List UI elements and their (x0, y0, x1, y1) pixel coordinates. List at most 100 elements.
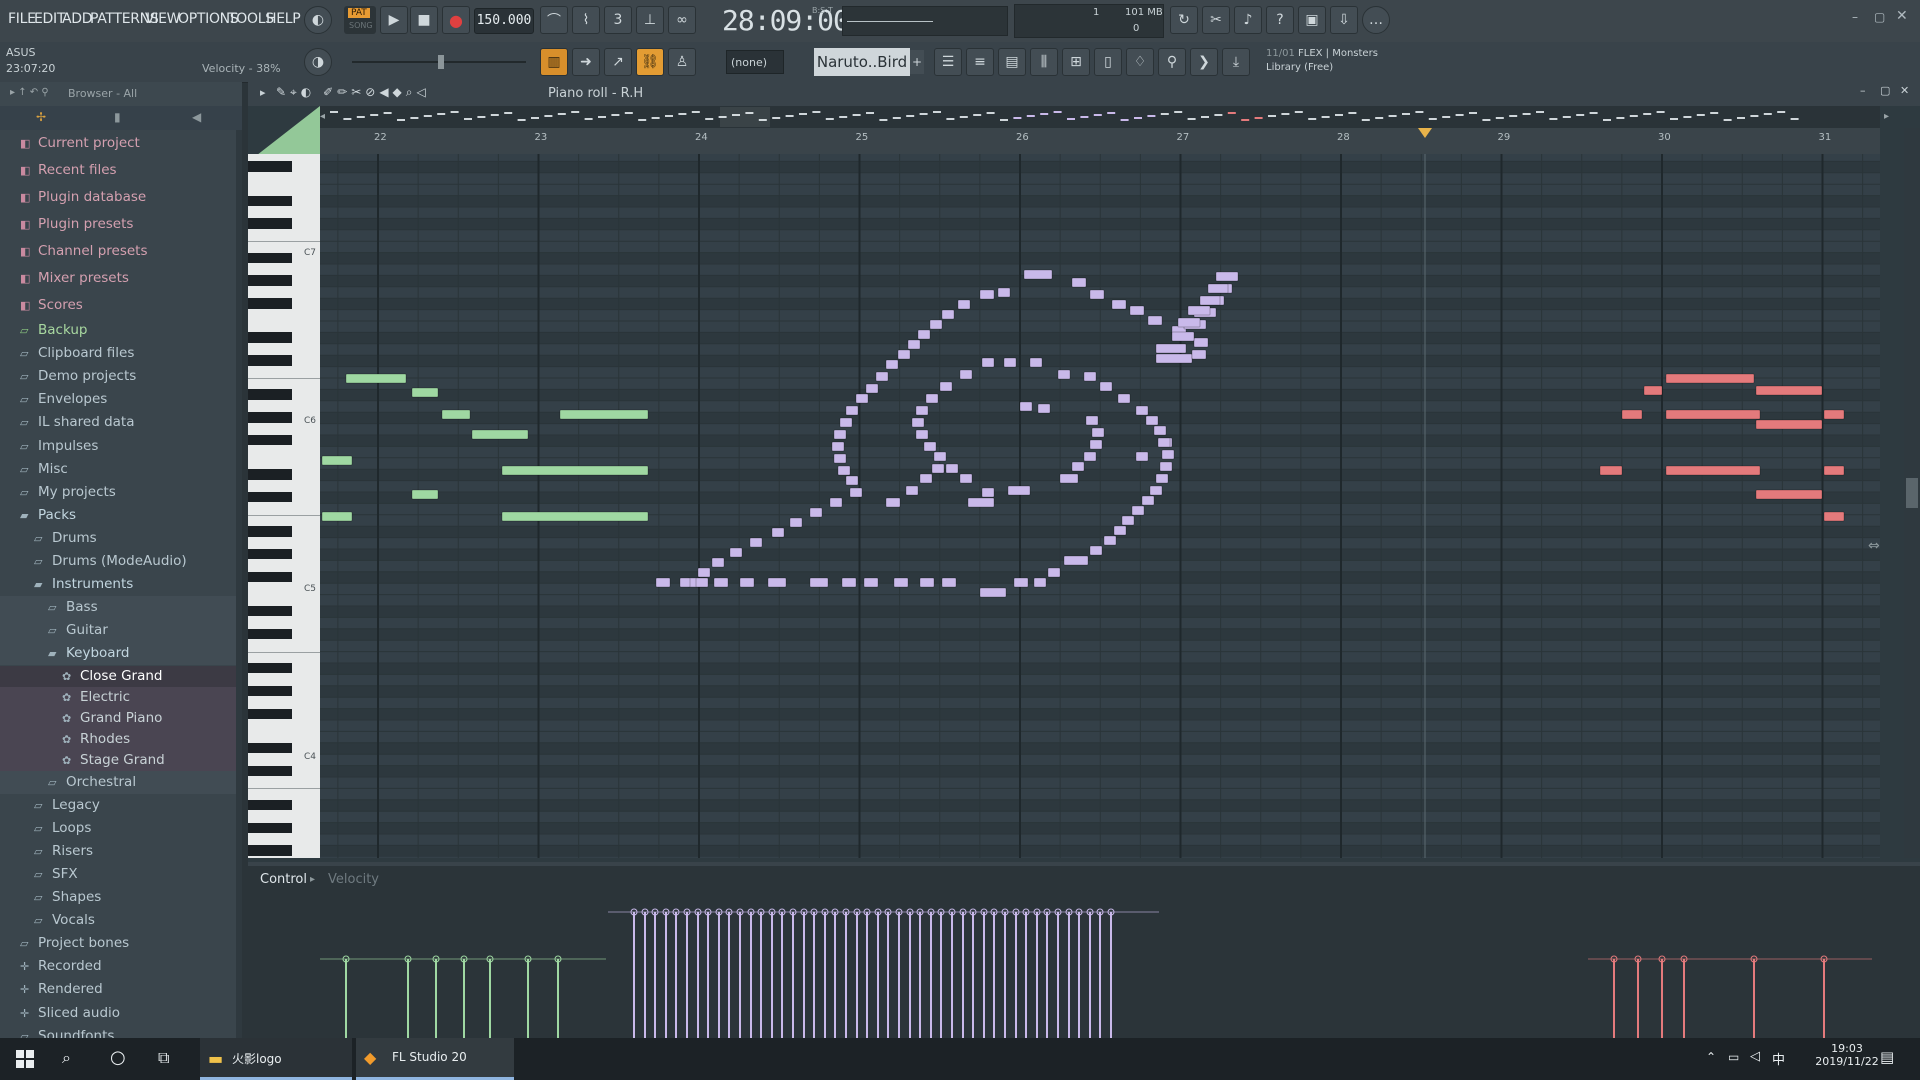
black-key[interactable] (248, 298, 292, 309)
ime-indicator[interactable]: 中 (1772, 1049, 1785, 1068)
export-icon[interactable]: ⇩ (1330, 6, 1358, 34)
midi-note[interactable] (411, 387, 439, 398)
black-key[interactable] (248, 845, 292, 856)
loop-record-button[interactable]: ∞ (668, 6, 696, 34)
midi-note[interactable] (1091, 427, 1105, 438)
browser-item[interactable]: ▰ Packs (0, 504, 242, 527)
pr-tools-icons[interactable]: ✎⌖◐ ✐✏✂⊘◀◆⌕◁ (276, 85, 430, 100)
midi-note[interactable] (839, 417, 853, 428)
midi-note[interactable] (1755, 385, 1823, 396)
midi-note[interactable] (997, 287, 1011, 298)
midi-note[interactable] (845, 405, 859, 416)
midi-note[interactable] (1103, 535, 1117, 546)
midi-note[interactable] (1003, 357, 1017, 368)
pr-maximize-icon[interactable]: ▢ (1880, 84, 1890, 97)
browser-scrollbar[interactable] (236, 130, 242, 1038)
midi-note[interactable] (919, 473, 933, 484)
black-key[interactable] (248, 355, 292, 366)
midi-note[interactable] (1037, 403, 1051, 414)
midi-note[interactable] (1135, 405, 1149, 416)
browser-item[interactable]: ◧ Scores (0, 292, 242, 319)
midi-note[interactable] (1085, 415, 1099, 426)
black-key[interactable] (248, 469, 292, 480)
midi-note[interactable] (919, 577, 935, 588)
browser-item[interactable]: ▱ Impulses (0, 435, 242, 458)
tool-icon-4[interactable]: ⫼ (1030, 48, 1058, 76)
search-icon[interactable]: ⌕ (62, 1048, 71, 1068)
time-ruler[interactable]: 22 23 24 25 26 27 28 29 30 31 (320, 128, 1880, 154)
taskbar-flstudio-item[interactable]: ◆ FL Studio 20 (356, 1038, 514, 1080)
midi-note[interactable] (933, 451, 947, 462)
help-icon[interactable]: ? (1266, 6, 1294, 34)
midi-note[interactable] (1113, 525, 1127, 536)
browser-item[interactable]: ▱ Vocals (0, 909, 242, 932)
black-key[interactable] (248, 708, 292, 719)
news-panel[interactable]: 11/01 FLEX | Monsters Library (Free) (1262, 46, 1426, 78)
midi-note[interactable] (1059, 473, 1079, 484)
browser-item[interactable]: ◧ Channel presets (0, 238, 242, 265)
step-edit-button[interactable]: ⊥ (636, 6, 664, 34)
midi-note[interactable] (959, 473, 973, 484)
tray-clock[interactable]: 19:03 2019/11/22 (1812, 1042, 1882, 1068)
playhead-marker-icon[interactable] (1418, 128, 1432, 138)
midi-note[interactable] (1145, 415, 1159, 426)
tempo-display[interactable]: 150.000 (474, 8, 534, 34)
browser-item[interactable]: ▱ Backup (0, 319, 242, 342)
midi-note[interactable] (809, 507, 823, 518)
control-arrow-icon[interactable]: ▸ (310, 874, 315, 885)
midi-note[interactable] (833, 453, 847, 464)
midi-note[interactable] (829, 497, 843, 508)
midi-note[interactable] (559, 409, 649, 420)
midi-note[interactable] (915, 429, 929, 440)
midi-note[interactable] (1177, 317, 1201, 328)
event-splitter[interactable] (248, 862, 1920, 866)
black-key[interactable] (248, 218, 292, 229)
midi-note[interactable] (1047, 567, 1061, 578)
midi-note[interactable] (809, 577, 829, 588)
midi-note[interactable] (849, 487, 863, 498)
black-key[interactable] (248, 571, 292, 583)
midi-note[interactable] (321, 455, 353, 466)
midi-note[interactable] (1135, 451, 1149, 462)
midi-note[interactable] (1071, 461, 1085, 472)
black-key[interactable] (248, 161, 292, 172)
menu-edit[interactable]: EDIT (34, 11, 65, 27)
midi-note[interactable] (1643, 385, 1663, 396)
midi-note[interactable] (1019, 401, 1033, 412)
black-key[interactable] (248, 606, 292, 617)
task-view-icon[interactable]: ⧉ (158, 1048, 169, 1068)
midi-note[interactable] (923, 441, 937, 452)
browser-item[interactable]: ✛ Sliced audio (0, 1002, 242, 1025)
midi-note[interactable] (1099, 381, 1113, 392)
midi-note[interactable] (411, 489, 439, 500)
menu-help[interactable]: HELP (266, 11, 301, 27)
black-key[interactable] (248, 412, 292, 423)
midi-note[interactable] (941, 309, 955, 320)
black-key[interactable] (248, 628, 292, 640)
midi-note[interactable] (1155, 353, 1193, 364)
pattern-selector[interactable]: Naruto..Bird (814, 48, 910, 76)
midi-note[interactable] (1823, 465, 1845, 476)
midi-note[interactable] (863, 577, 879, 588)
pr-close-icon[interactable]: ✕ (1900, 84, 1909, 97)
midi-note[interactable] (979, 289, 995, 300)
midi-note[interactable] (981, 357, 995, 368)
menu-add[interactable]: ADD (62, 11, 93, 27)
midi-note[interactable] (925, 393, 939, 404)
midi-note[interactable] (1007, 485, 1031, 496)
midi-note[interactable] (1823, 511, 1845, 522)
browser-item[interactable]: ✿ Stage Grand (0, 749, 242, 771)
browser-item[interactable]: ✿ Close Grand (0, 665, 242, 687)
browser-item[interactable]: ◧ Current project (0, 130, 242, 157)
midi-note[interactable] (321, 511, 353, 522)
browser-item[interactable]: ✿ Grand Piano (0, 707, 242, 729)
midi-note[interactable] (1111, 299, 1127, 310)
midi-note[interactable] (915, 405, 929, 416)
browser-item[interactable]: ✿ Rhodes (0, 728, 242, 750)
midi-note[interactable] (501, 511, 649, 522)
browser-item[interactable]: ▱ Envelopes (0, 388, 242, 411)
midi-note[interactable] (929, 319, 943, 330)
tool-icon-10[interactable]: ⤓ (1222, 48, 1250, 76)
midi-note[interactable] (1117, 393, 1131, 404)
browser-item[interactable]: ◧ Recent files (0, 157, 242, 184)
